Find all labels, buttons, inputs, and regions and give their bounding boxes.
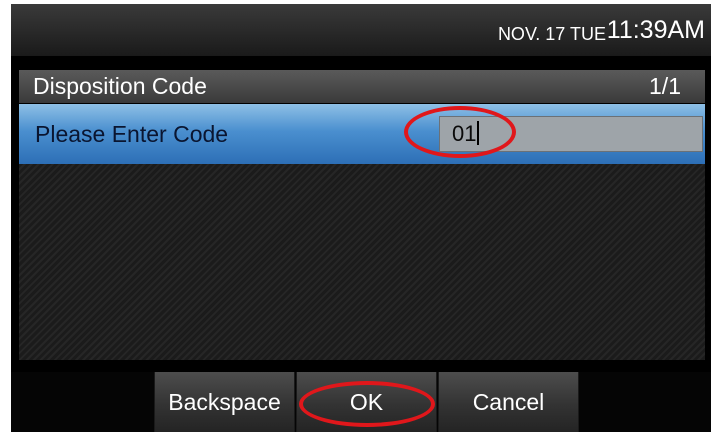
status-bar: NOV. 17 TUE 11:39AM: [11, 4, 711, 56]
screen-title-bar: Disposition Code 1/1: [19, 70, 705, 103]
cancel-button[interactable]: Cancel: [438, 372, 579, 432]
empty-list-area: [19, 164, 705, 360]
status-time: 11:39AM: [606, 16, 705, 44]
text-cursor: [477, 121, 480, 145]
screen-title: Disposition Code: [33, 73, 207, 99]
status-date: NOV. 17 TUE: [497, 24, 606, 44]
code-entry-row[interactable]: Please Enter Code 01: [19, 104, 705, 164]
code-entry-label: Please Enter Code: [35, 121, 229, 147]
code-value: 01: [452, 121, 477, 146]
page-indicator: 1/1: [649, 73, 681, 99]
backspace-button[interactable]: Backspace: [154, 372, 295, 432]
ok-button[interactable]: OK: [296, 372, 437, 432]
code-input[interactable]: 01: [439, 116, 703, 152]
softkey-bar: Backspace OK Cancel: [11, 372, 711, 432]
phone-screen: NOV. 17 TUE 11:39AM Disposition Code 1/1…: [11, 4, 711, 432]
